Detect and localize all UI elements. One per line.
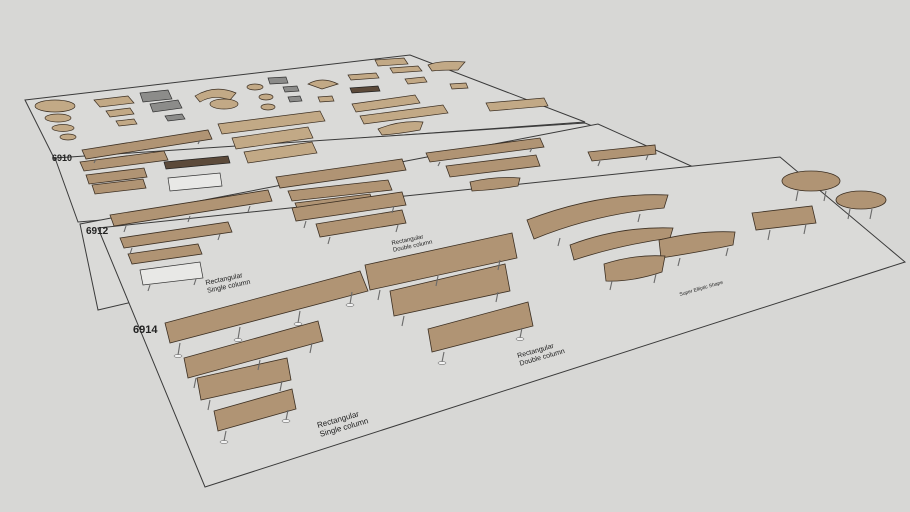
series-code-6912: 6912	[86, 226, 109, 237]
series-code-6910: 6910	[52, 153, 72, 163]
scene-canvas: 6910 6912 RectangularSingle column Recta…	[24, 54, 907, 488]
series-code-6914: 6914	[133, 324, 158, 336]
